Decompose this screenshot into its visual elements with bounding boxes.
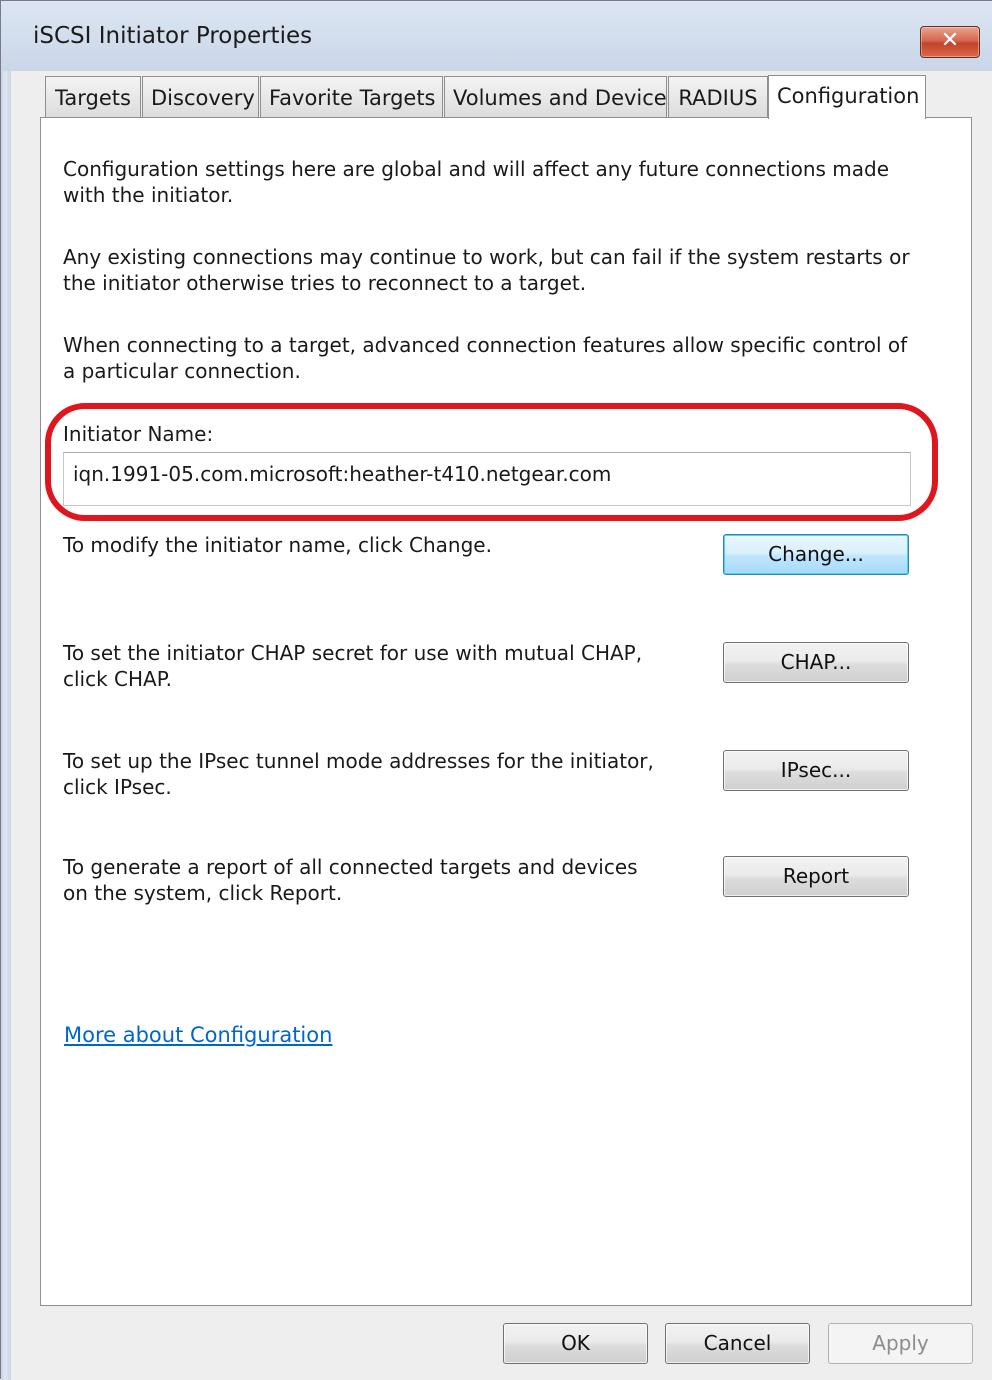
tab-volumes-and-devices[interactable]: Volumes and Devices <box>444 76 678 118</box>
apply-button[interactable]: Apply <box>828 1323 973 1364</box>
chap-button[interactable]: CHAP... <box>723 642 909 683</box>
tab-label: Discovery <box>151 86 255 110</box>
intro-text-existing-connections: Any existing connections may continue to… <box>63 245 910 295</box>
report-button[interactable]: Report <box>723 856 909 897</box>
initiator-name-field[interactable] <box>63 452 911 506</box>
report-instruction: To generate a report of all connected ta… <box>63 855 638 905</box>
ok-button[interactable]: OK <box>503 1323 648 1364</box>
tab-configuration[interactable]: Configuration <box>768 75 926 119</box>
tab-label: Targets <box>55 86 131 110</box>
tab-targets[interactable]: Targets <box>45 76 141 118</box>
tab-favorite-targets[interactable]: Favorite Targets <box>260 76 443 118</box>
change-instruction: To modify the initiator name, click Chan… <box>63 533 492 557</box>
intro-text-advanced-features: When connecting to a target, advanced co… <box>63 333 908 383</box>
close-icon: ✕ <box>940 28 960 53</box>
chap-instruction: To set the initiator CHAP secret for use… <box>63 641 643 691</box>
cancel-button[interactable]: Cancel <box>665 1323 810 1364</box>
intro-text-global: Configuration settings here are global a… <box>63 157 890 207</box>
ipsec-button[interactable]: IPsec... <box>723 750 909 791</box>
window-frame <box>1 1 11 1380</box>
tab-label: RADIUS <box>678 86 758 110</box>
close-button[interactable]: ✕ <box>920 26 980 58</box>
title-bar[interactable]: iSCSI Initiator Properties ✕ <box>1 1 992 71</box>
ipsec-instruction: To set up the IPsec tunnel mode addresse… <box>63 749 654 799</box>
more-about-configuration-link[interactable]: More about Configuration <box>64 1023 332 1047</box>
tab-label: Favorite Targets <box>269 86 436 110</box>
dialog-window: iSCSI Initiator Properties ✕ Targets Dis… <box>0 0 992 1380</box>
tab-label: Configuration <box>777 84 920 108</box>
tab-label: Volumes and Devices <box>453 86 678 110</box>
change-button[interactable]: Change... <box>723 534 909 575</box>
window-title: iSCSI Initiator Properties <box>33 23 313 49</box>
tab-discovery[interactable]: Discovery <box>142 76 259 118</box>
tab-radius[interactable]: RADIUS <box>668 76 768 118</box>
initiator-name-label: Initiator Name: <box>63 422 214 446</box>
